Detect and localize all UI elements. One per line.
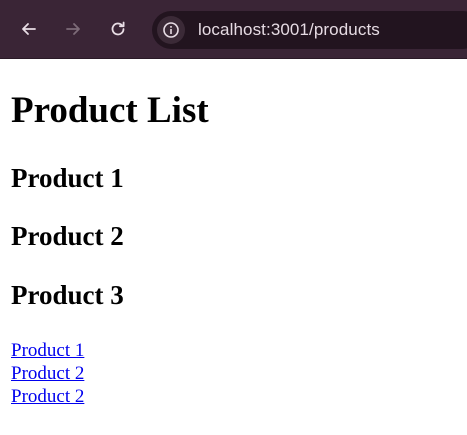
page-title: Product List — [11, 90, 209, 131]
address-bar[interactable]: localhost:3001/products — [152, 11, 467, 49]
product-heading: Product 3 — [11, 280, 124, 310]
reload-icon — [111, 21, 125, 36]
page-content: Product List Product 1 Product 2 Product… — [0, 59, 467, 435]
product-link-1[interactable]: Product 1 — [11, 339, 84, 362]
product-heading: Product 1 — [11, 163, 124, 193]
product-heading: Product 2 — [11, 221, 124, 251]
product-link-3[interactable]: Product 2 — [11, 385, 84, 408]
product-links: Product 1 Product 2 Product 2 — [11, 339, 84, 408]
back-button[interactable] — [17, 17, 41, 41]
forward-button[interactable] — [61, 17, 85, 41]
product-link-2[interactable]: Product 2 — [11, 362, 84, 385]
browser-toolbar: localhost:3001/products — [0, 0, 467, 59]
site-info-button[interactable] — [157, 16, 185, 44]
url-text[interactable]: localhost:3001/products — [198, 20, 380, 40]
arrow-left-icon — [22, 23, 36, 35]
arrow-right-icon — [66, 23, 80, 35]
reload-button[interactable] — [106, 17, 130, 41]
info-circle-icon — [163, 22, 179, 38]
